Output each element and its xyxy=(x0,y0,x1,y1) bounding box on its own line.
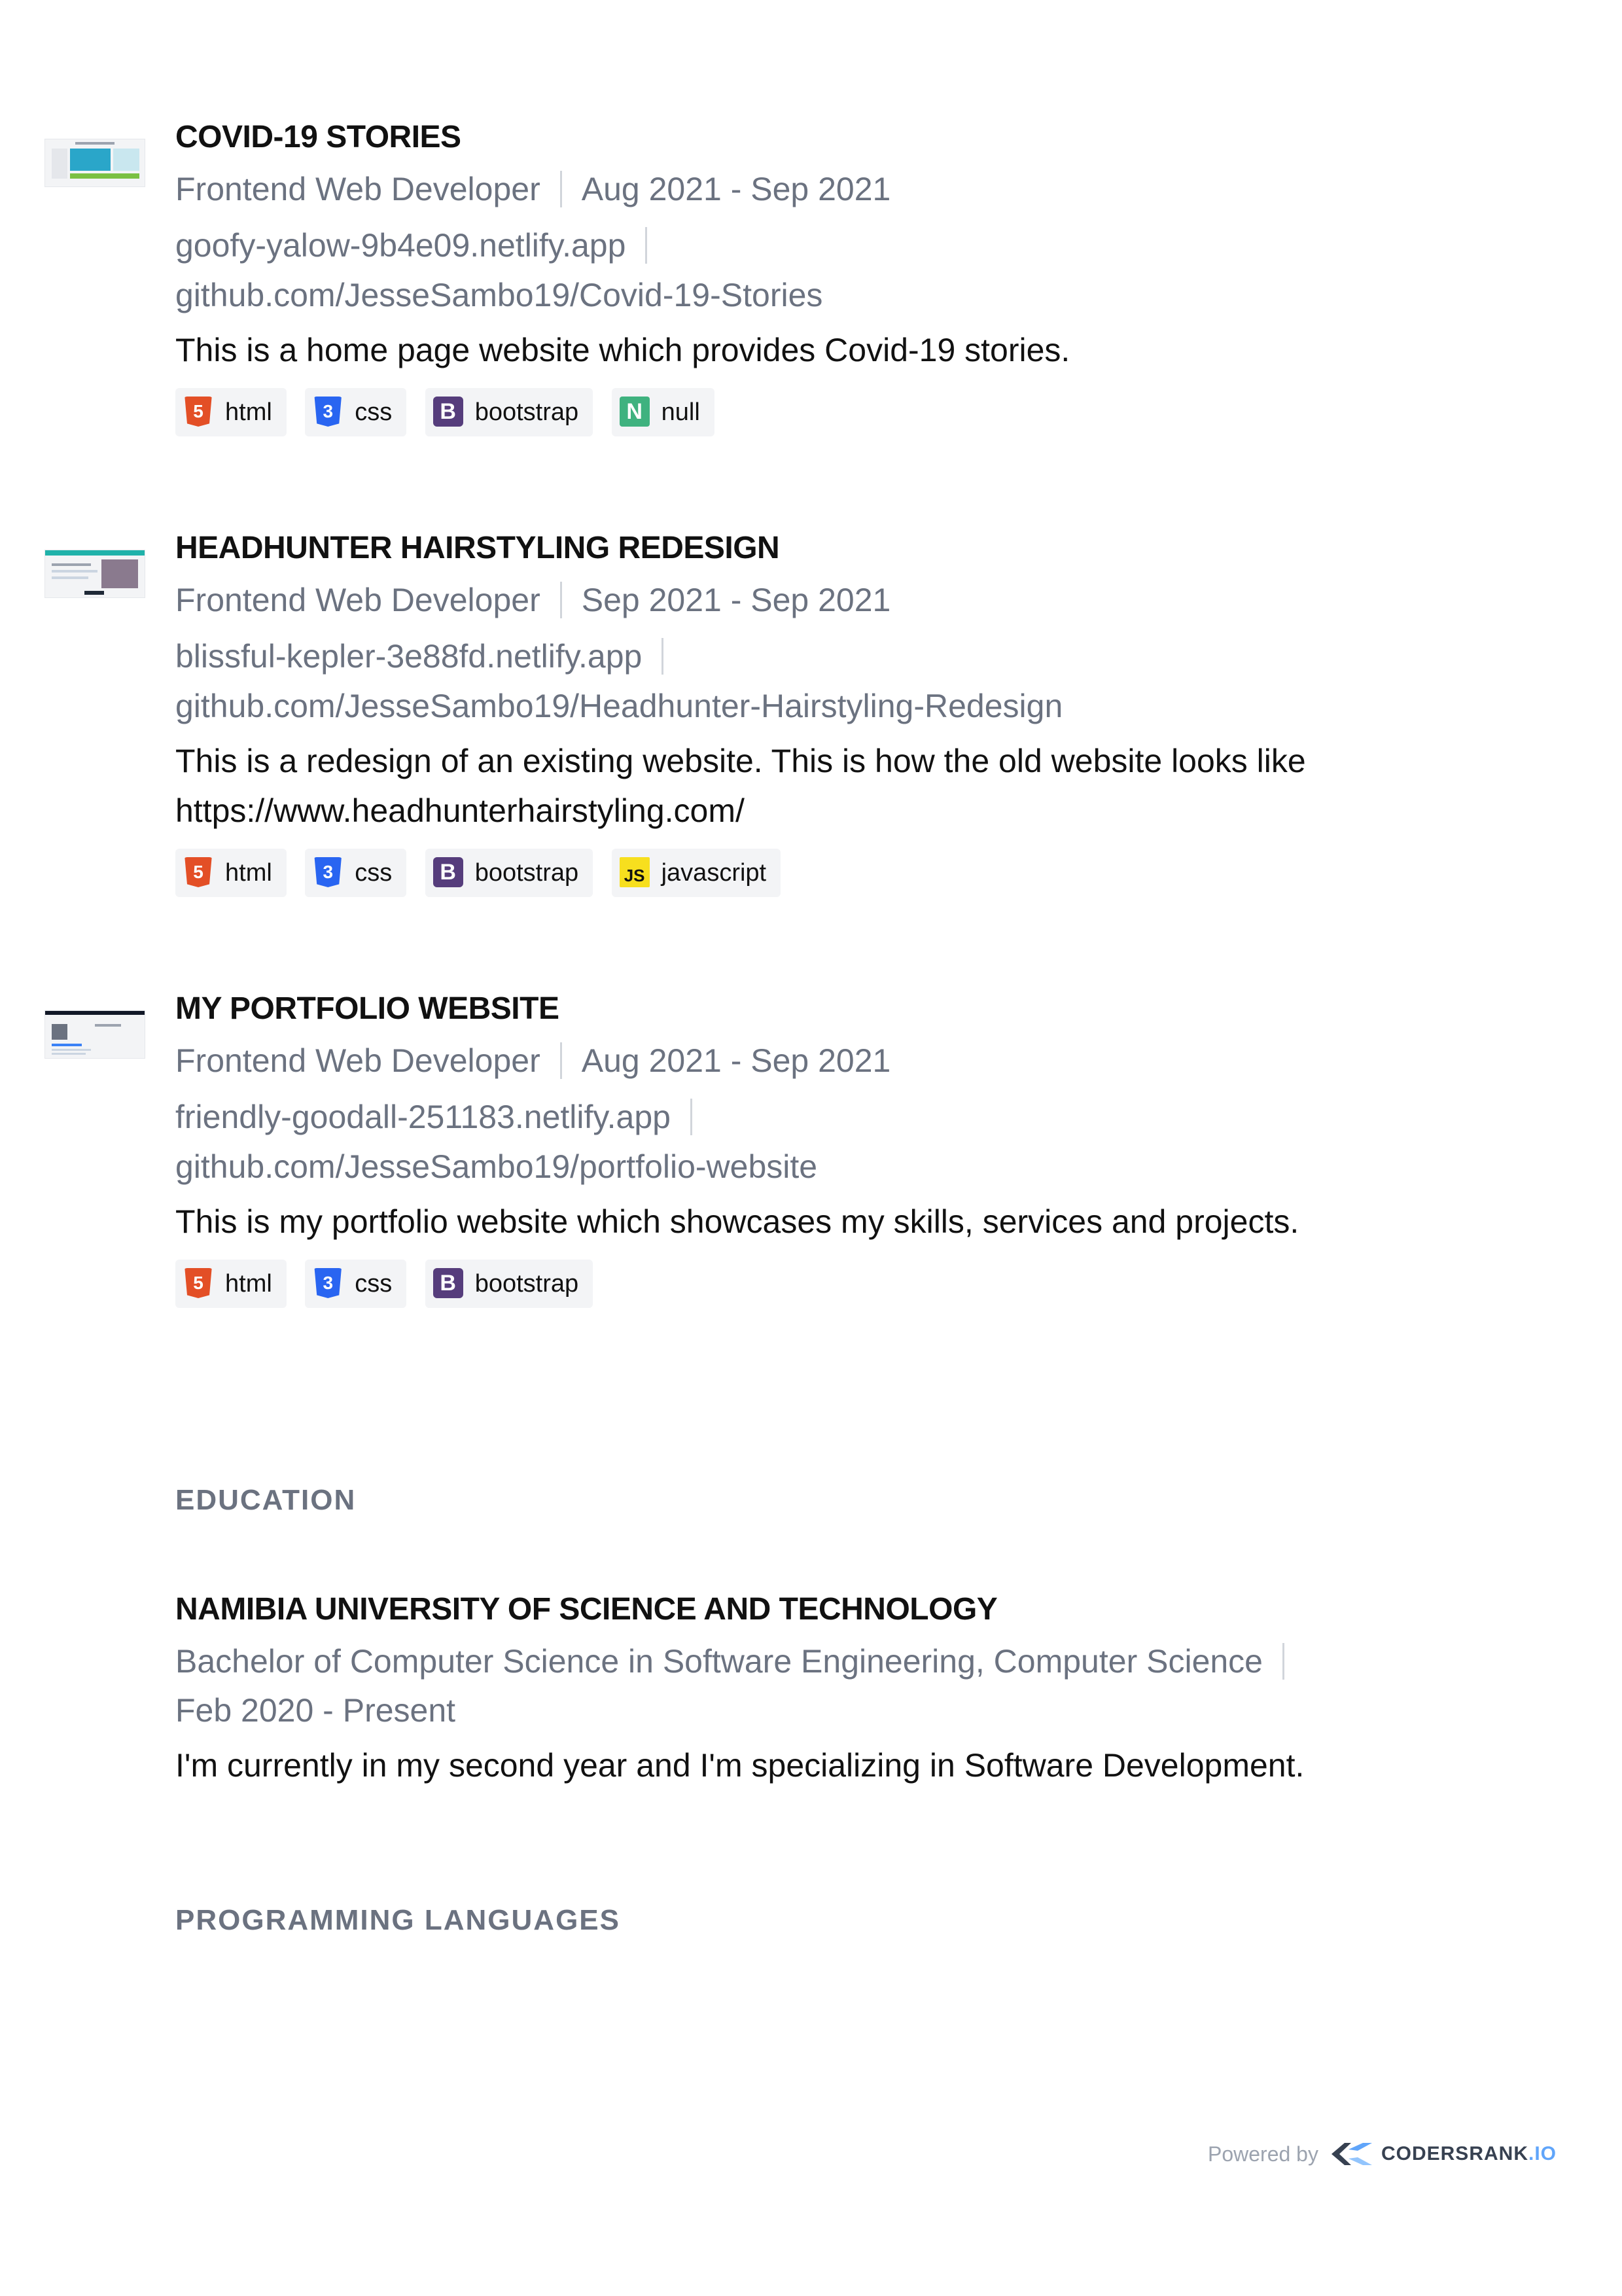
project-role-dates: Frontend Web Developer Aug 2021 - Sep 202… xyxy=(175,165,1458,214)
tag-javascript: JS javascript xyxy=(611,849,781,897)
education-entry: NAMIBIA UNIVERSITY OF SCIENCE AND TECHNO… xyxy=(175,1590,1458,1790)
javascript-icon: JS xyxy=(619,857,650,887)
degree-dates: Bachelor of Computer Science in Software… xyxy=(175,1637,1458,1735)
project-repo-link[interactable]: github.com/JesseSambo19/Headhunter-Hairs… xyxy=(175,688,1063,724)
powered-by-label: Powered by xyxy=(1207,2142,1318,2166)
css3-icon: 3 xyxy=(314,1267,342,1298)
bootstrap-icon: B xyxy=(432,396,463,427)
separator xyxy=(661,637,664,675)
degree: Bachelor of Computer Science in Software… xyxy=(175,1643,1263,1680)
tag-css: 3 css xyxy=(305,849,407,897)
tag-label: null xyxy=(661,398,700,426)
project-thumbnail xyxy=(44,139,145,187)
css3-icon: 3 xyxy=(314,857,342,887)
node-icon: N xyxy=(619,396,650,427)
section-heading-languages: PROGRAMMING LANGUAGES xyxy=(175,1904,620,1936)
tag-label: html xyxy=(225,1270,272,1298)
powered-by-footer: Powered by CODERSRANK.IO xyxy=(1208,2134,1557,2174)
project-title: HEADHUNTER HAIRSTYLING REDESIGN xyxy=(175,531,780,565)
project-links: goofy-yalow-9b4e09.netlify.app github.co… xyxy=(175,221,1458,320)
tag-css: 3 css xyxy=(305,1260,407,1308)
separator xyxy=(559,1042,562,1079)
brand-name: CODERSRANK.IO xyxy=(1381,2143,1557,2165)
project-live-link[interactable]: blissful-kepler-3e88fd.netlify.app xyxy=(175,638,642,675)
project-role-dates: Frontend Web Developer Aug 2021 - Sep 202… xyxy=(175,1036,1458,1086)
project-repo-link[interactable]: github.com/JesseSambo19/Covid-19-Stories xyxy=(175,277,822,313)
project-entry: COVID-19 STORIES Frontend Web Developer A… xyxy=(44,118,1458,436)
project-role: Frontend Web Developer xyxy=(175,1042,540,1079)
education-dates: Feb 2020 - Present xyxy=(175,1692,456,1729)
project-thumbnail xyxy=(44,1010,145,1059)
project-entry: MY PORTFOLIO WEBSITE Frontend Web Develo… xyxy=(44,989,1458,1308)
project-title: MY PORTFOLIO WEBSITE xyxy=(175,991,559,1026)
project-description: This is my portfolio website which showc… xyxy=(175,1203,1299,1240)
tag-label: css xyxy=(355,859,393,887)
brand-text: CODERSRANK xyxy=(1381,2143,1528,2164)
tag-label: css xyxy=(355,1270,393,1298)
codersrank-logo-icon xyxy=(1331,2143,1372,2165)
project-live-link[interactable]: friendly-goodall-251183.netlify.app xyxy=(175,1099,671,1135)
separator xyxy=(559,170,562,207)
education-description: I'm currently in my second year and I'm … xyxy=(175,1747,1305,1784)
tag-label: css xyxy=(355,398,393,426)
tag-label: html xyxy=(225,859,272,887)
separator xyxy=(559,581,562,618)
html5-icon: 5 xyxy=(185,396,212,427)
tag-html: 5 html xyxy=(175,1260,287,1308)
project-tags: 5 html 3 css Bbootstrap Nnull xyxy=(175,388,1458,436)
tag-null: Nnull xyxy=(611,388,714,436)
bootstrap-icon: B xyxy=(432,1267,463,1298)
tag-label: bootstrap xyxy=(474,859,579,887)
school-name: NAMIBIA UNIVERSITY OF SCIENCE AND TECHNO… xyxy=(175,1592,998,1627)
project-live-link[interactable]: goofy-yalow-9b4e09.netlify.app xyxy=(175,227,626,264)
tag-css: 3 css xyxy=(305,388,407,436)
css3-icon: 3 xyxy=(314,396,342,427)
separator xyxy=(1282,1642,1284,1680)
project-thumbnail xyxy=(44,550,145,598)
separator xyxy=(645,226,648,264)
tag-label: bootstrap xyxy=(474,1270,579,1298)
bootstrap-icon: B xyxy=(432,857,463,887)
tag-label: html xyxy=(225,398,272,426)
html5-icon: 5 xyxy=(185,1267,212,1298)
project-links: friendly-goodall-251183.netlify.app gith… xyxy=(175,1092,1458,1192)
project-dates: Aug 2021 - Sep 2021 xyxy=(581,171,891,207)
project-role-dates: Frontend Web Developer Sep 2021 - Sep 202… xyxy=(175,576,1458,625)
project-title: COVID-19 STORIES xyxy=(175,120,461,154)
project-links: blissful-kepler-3e88fd.netlify.app githu… xyxy=(175,631,1458,731)
tag-bootstrap: Bbootstrap xyxy=(425,1260,593,1308)
project-tags: 5 html 3 css Bbootstrap xyxy=(175,1260,1458,1308)
project-entry: HEADHUNTER HAIRSTYLING REDESIGN Frontend… xyxy=(44,529,1458,897)
project-description: This is a redesign of an existing websit… xyxy=(175,743,1306,829)
separator xyxy=(690,1098,692,1135)
html5-icon: 5 xyxy=(185,857,212,887)
tag-html: 5 html xyxy=(175,388,287,436)
tag-bootstrap: Bbootstrap xyxy=(425,849,593,897)
tag-label: javascript xyxy=(661,859,767,887)
project-dates: Aug 2021 - Sep 2021 xyxy=(581,1042,891,1079)
project-role: Frontend Web Developer xyxy=(175,171,540,207)
project-description: This is a home page website which provid… xyxy=(175,332,1070,368)
tag-label: bootstrap xyxy=(474,398,579,426)
project-role: Frontend Web Developer xyxy=(175,582,540,618)
tag-html: 5 html xyxy=(175,849,287,897)
project-repo-link[interactable]: github.com/JesseSambo19/portfolio-websit… xyxy=(175,1148,817,1185)
section-heading-education: EDUCATION xyxy=(175,1484,357,1516)
project-tags: 5 html 3 css Bbootstrap JS javascript xyxy=(175,849,1458,897)
tag-bootstrap: Bbootstrap xyxy=(425,388,593,436)
project-dates: Sep 2021 - Sep 2021 xyxy=(581,582,891,618)
brand-suffix: .IO xyxy=(1528,2143,1557,2164)
